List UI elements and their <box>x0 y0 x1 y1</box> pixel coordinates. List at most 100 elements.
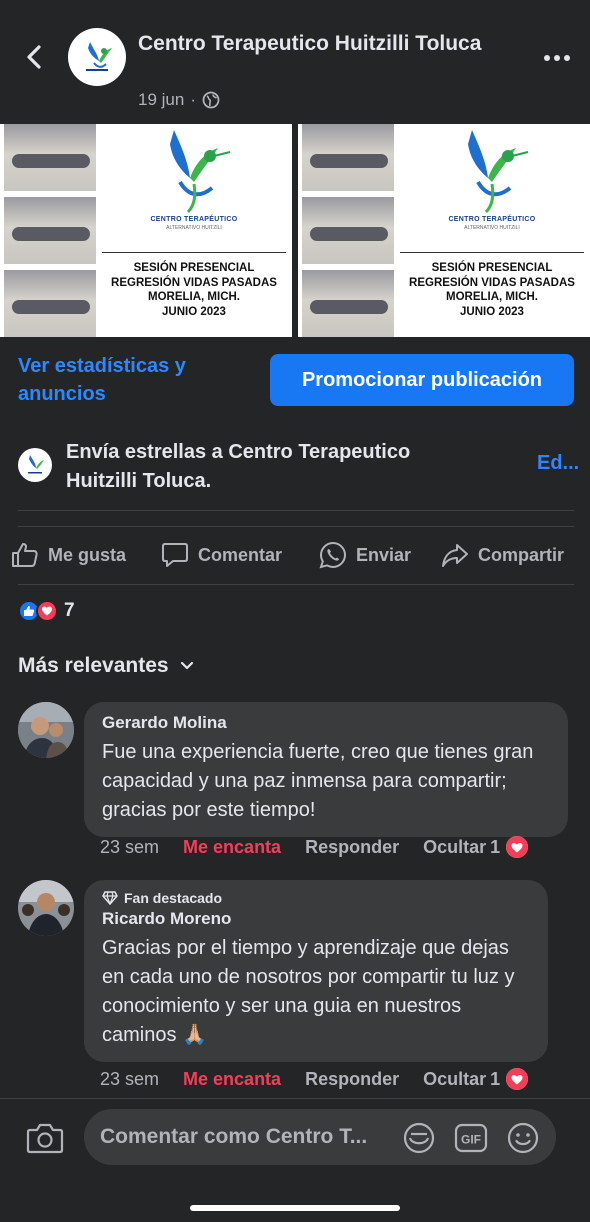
view-insights-link[interactable]: Ver estadísticas y anuncios <box>18 352 258 408</box>
diamond-icon <box>102 891 118 905</box>
reply-link[interactable]: Responder <box>305 837 399 858</box>
chevron-down-icon <box>180 661 193 670</box>
photo-thumbnail <box>4 197 96 264</box>
photo-thumbnail <box>4 270 96 337</box>
caption-line: MORELIA, MICH. <box>148 291 240 303</box>
comment-actions: 23 sem Me encanta Responder Ocultar 1 <box>100 1068 529 1090</box>
home-indicator <box>190 1205 400 1211</box>
hummingbird-logo-icon <box>86 42 112 71</box>
photo-thumbnail <box>4 124 96 191</box>
thumbs-up-icon <box>12 543 38 567</box>
post-meta: 19 jun · <box>138 90 220 110</box>
caption-line: SESIÓN PRESENCIAL <box>133 262 255 274</box>
comment-label: Comentar <box>198 544 283 565</box>
divider <box>400 252 584 253</box>
avatar[interactable] <box>18 880 74 936</box>
person-photo-icon <box>18 702 74 758</box>
hummingbird-logo-icon <box>170 130 231 214</box>
divider <box>18 584 574 585</box>
promote-post-button[interactable]: Promocionar publicación <box>270 354 574 406</box>
gif-label: GIF <box>461 1133 481 1147</box>
caption-line: JUNIO 2023 <box>162 305 226 318</box>
post-date[interactable]: 19 jun <box>138 90 184 110</box>
top-fan-badge: Fan destacado <box>102 890 530 906</box>
badge-label: Fan destacado <box>124 890 223 906</box>
comment-time: 23 sem <box>100 836 160 857</box>
photo-strip <box>302 124 394 337</box>
brand-title: CENTRO TERAPÉUTICO <box>448 216 536 223</box>
camera-icon[interactable] <box>26 1121 64 1155</box>
comment-bubble[interactable]: Fan destacado Ricardo Moreno Gracias por… <box>84 880 548 1062</box>
send-label: Enviar <box>356 544 412 565</box>
post-actions-bar: Me gusta Comentar Enviar Compartir <box>0 528 590 584</box>
comment-time: 23 sem <box>100 1068 160 1089</box>
comment-bubble[interactable]: Gerardo Molina Fue una experiencia fuert… <box>84 702 568 837</box>
caption-line: REGRESIÓN VIDAS PASADAS <box>409 276 575 289</box>
avatar[interactable] <box>18 702 74 758</box>
sort-label: Más relevantes <box>18 654 169 677</box>
love-reaction-link[interactable]: Me encanta <box>183 1069 281 1090</box>
post-image[interactable]: CENTRO TERAPÉUTICO ALTERNATIVO HUITZILI … <box>298 124 590 337</box>
comment-actions: 23 sem Me encanta Responder Ocultar 1 <box>100 836 529 858</box>
post-image[interactable]: CENTRO TERAPÉUTICO ALTERNATIVO HUITZILI … <box>0 124 292 337</box>
photo-thumbnail <box>302 124 394 191</box>
heart-icon <box>506 1068 529 1090</box>
divider <box>18 526 574 527</box>
send-stars-row[interactable]: Envía estrellas a Centro Terapeutico Hui… <box>0 430 590 506</box>
reaction-summary[interactable]: 7 <box>18 600 75 622</box>
page-avatar <box>18 448 52 482</box>
comment-author[interactable]: Ricardo Moreno <box>102 908 530 930</box>
meta-separator: · <box>190 90 196 109</box>
love-reaction-icon <box>36 600 58 622</box>
page-avatar[interactable] <box>68 28 126 86</box>
send-button[interactable]: Enviar <box>318 540 411 570</box>
share-label: Compartir <box>478 544 565 565</box>
page-name[interactable]: Centro Terapeutico Huitzilli Toluca <box>138 30 498 58</box>
more-horizontal-icon[interactable] <box>543 50 571 66</box>
caption-line: MORELIA, MICH. <box>446 291 538 303</box>
emoji-icon[interactable] <box>506 1121 540 1155</box>
divider <box>102 252 286 253</box>
sticker-icon[interactable] <box>402 1121 436 1155</box>
comment-author[interactable]: Gerardo Molina <box>102 712 550 734</box>
chevron-left-icon[interactable] <box>20 42 48 72</box>
send-stars-text[interactable]: Envía estrellas a Centro Terapeutico Hui… <box>66 438 486 496</box>
photo-strip <box>4 124 96 337</box>
comment-reaction-count[interactable]: 1 <box>490 1069 500 1090</box>
gif-icon[interactable]: GIF <box>454 1121 488 1155</box>
comment-text: Gracias por el tiempo y aprendizaje que … <box>102 937 515 1046</box>
hide-link[interactable]: Ocultar <box>423 1069 486 1090</box>
heart-icon <box>506 836 529 858</box>
comment-composer: GIF <box>0 1098 590 1222</box>
edit-link[interactable]: Ed... <box>537 452 579 475</box>
image-caption: SESIÓN PRESENCIAL REGRESIÓN VIDAS PASADA… <box>100 261 288 319</box>
brand-title: CENTRO TERAPÉUTICO <box>150 216 238 223</box>
hummingbird-logo-icon <box>28 455 44 474</box>
post-header: Centro Terapeutico Huitzilli Toluca 19 j… <box>0 0 590 122</box>
comment-button[interactable]: Comentar <box>160 540 282 570</box>
hide-link[interactable]: Ocultar <box>423 837 486 858</box>
comment-sort-dropdown[interactable]: Más relevantes <box>18 654 195 678</box>
share-button[interactable]: Compartir <box>440 540 564 570</box>
photo-thumbnail <box>302 197 394 264</box>
hummingbird-logo-icon <box>468 130 529 214</box>
reply-link[interactable]: Responder <box>305 1069 399 1090</box>
divider <box>18 510 574 511</box>
globe-icon <box>202 91 220 109</box>
reaction-count: 7 <box>64 600 75 621</box>
love-reaction-link[interactable]: Me encanta <box>183 837 281 858</box>
caption-line: REGRESIÓN VIDAS PASADAS <box>111 276 277 289</box>
comment-icon <box>162 543 188 567</box>
like-button[interactable]: Me gusta <box>10 540 126 570</box>
brand-subtitle: ALTERNATIVO HUITZILI <box>166 225 222 231</box>
whatsapp-icon <box>319 541 347 569</box>
comment-reaction-count[interactable]: 1 <box>490 837 500 858</box>
brand-subtitle: ALTERNATIVO HUITZILI <box>464 225 520 231</box>
comment-text: Fue una experiencia fuerte, creo que tie… <box>102 741 534 821</box>
photo-thumbnail <box>302 270 394 337</box>
caption-line: JUNIO 2023 <box>460 305 524 318</box>
like-label: Me gusta <box>48 544 127 565</box>
post-image-gallery: CENTRO TERAPÉUTICO ALTERNATIVO HUITZILI … <box>0 124 590 337</box>
caption-line: SESIÓN PRESENCIAL <box>431 262 553 274</box>
share-icon <box>442 544 468 567</box>
